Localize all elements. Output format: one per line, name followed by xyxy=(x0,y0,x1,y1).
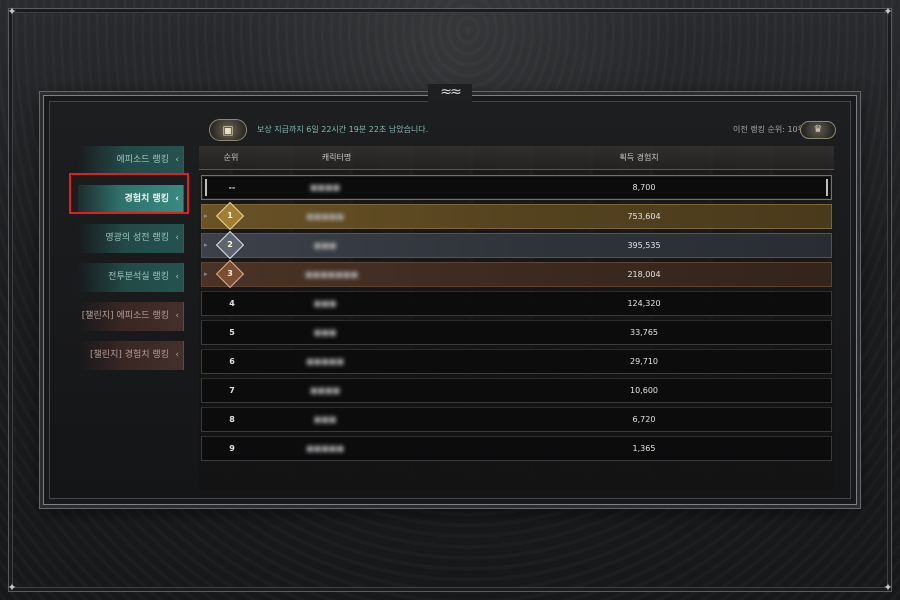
character-name-cell: ■■■ xyxy=(313,241,337,250)
row-arrow-icon: ▸ xyxy=(204,241,208,249)
rank-badge-gold-icon: 1 xyxy=(215,201,245,231)
corner-ornament-icon: ✦ xyxy=(883,5,893,18)
chevron-left-icon: ‹ xyxy=(175,155,179,165)
table-row[interactable]: ▸ 3 ■■■■■■■ 218,004 xyxy=(201,259,832,289)
row-bracket-left xyxy=(205,179,207,196)
exp-cell: 395,535 xyxy=(627,241,661,250)
ranking-table: 순위 캐릭터명 획득 경험치 -- ■■■■ 8,700 ▸ 1 ■■■■■ 7… xyxy=(199,146,834,490)
row-arrow-icon: ▸ xyxy=(204,270,208,278)
ranking-category-sidebar: 에피소드 랭킹 ‹ 경험치 랭킹 ‹ 영광의 성전 랭킹 ‹ 전투분석실 랭킹 … xyxy=(78,146,184,380)
character-name-cell: ■■■■■ xyxy=(306,357,344,366)
previous-rank-text: 이전 랭킹 순위: 10위 xyxy=(732,125,805,134)
rank-cell: 7 xyxy=(229,386,235,395)
sidebar-item-label: [챌린지] 경험치 랭킹 xyxy=(90,350,169,360)
character-name-cell: ■■■■■■■ xyxy=(305,270,358,279)
rank-cell: -- xyxy=(228,183,236,192)
column-header-character-name: 캐릭터명 xyxy=(321,153,352,162)
rank-cell: 4 xyxy=(229,299,235,308)
exp-cell: 8,700 xyxy=(632,183,656,192)
sidebar-item-label: 에피소드 랭킹 xyxy=(116,155,169,165)
sidebar-item-label: 영광의 성전 랭킹 xyxy=(105,233,169,243)
sidebar-item-challenge-exp-ranking[interactable]: [챌린지] 경험치 랭킹 ‹ xyxy=(78,341,184,370)
sidebar-item-label: 전투분석실 랭킹 xyxy=(108,272,169,282)
sidebar-item-episode-ranking[interactable]: 에피소드 랭킹 ‹ xyxy=(78,146,184,175)
table-row[interactable]: 5 ■■■ 33,765 xyxy=(201,320,832,345)
exp-cell: 6,720 xyxy=(632,415,656,424)
column-header-exp: 획득 경험치 xyxy=(619,153,659,162)
table-row[interactable]: 7 ■■■■ 10,600 xyxy=(201,378,832,403)
character-name-cell: ■■■■ xyxy=(309,386,341,395)
character-name-cell: ■■■ xyxy=(313,328,337,337)
rank-cell: 9 xyxy=(229,444,235,453)
exp-cell: 753,604 xyxy=(627,212,661,221)
table-header: 순위 캐릭터명 획득 경험치 xyxy=(199,146,834,170)
my-rank-row[interactable]: -- ■■■■ 8,700 xyxy=(201,175,832,200)
sidebar-item-label: [챌린지] 에피소드 랭킹 xyxy=(81,311,169,321)
trophy-icon[interactable]: ♛ xyxy=(800,121,836,139)
sidebar-item-battle-analysis-ranking[interactable]: 전투분석실 랭킹 ‹ xyxy=(78,263,184,292)
character-name-cell: ■■■■■ xyxy=(306,212,344,221)
table-row[interactable]: 6 ■■■■■ 29,710 xyxy=(201,349,832,374)
wave-ornament-icon: ≈≈ xyxy=(428,84,472,102)
rank-cell: 8 xyxy=(229,415,235,424)
corner-ornament-icon: ✦ xyxy=(7,5,17,18)
exp-cell: 124,320 xyxy=(627,299,661,308)
chevron-left-icon: ‹ xyxy=(175,233,179,243)
rank-badge-silver-icon: 2 xyxy=(215,230,245,260)
chevron-left-icon: ‹ xyxy=(175,272,179,282)
chevron-left-icon: ‹ xyxy=(175,311,179,321)
rank-cell: 6 xyxy=(229,357,235,366)
exp-cell: 33,765 xyxy=(630,328,658,337)
character-name-cell: ■■■ xyxy=(313,299,337,308)
exp-cell: 29,710 xyxy=(630,357,658,366)
character-name-cell: ■■■ xyxy=(313,415,337,424)
rank-badge-bronze-icon: 3 xyxy=(215,259,245,289)
exp-cell: 1,365 xyxy=(632,444,656,453)
character-name-cell: ■■■■■ xyxy=(306,444,344,453)
sidebar-item-label: 경험치 랭킹 xyxy=(124,194,169,204)
sidebar-item-exp-ranking[interactable]: 경험치 랭킹 ‹ xyxy=(78,185,184,214)
exp-cell: 218,004 xyxy=(627,270,661,279)
chevron-left-icon: ‹ xyxy=(175,350,179,360)
character-name-cell: ■■■■ xyxy=(309,183,341,192)
table-row[interactable]: 4 ■■■ 124,320 xyxy=(201,291,832,316)
corner-ornament-icon: ✦ xyxy=(883,581,893,594)
reward-countdown-text: 보상 지급까지 6일 22시간 19분 22초 남았습니다. xyxy=(257,125,429,134)
chevron-left-icon: ‹ xyxy=(175,194,179,204)
row-arrow-icon: ▸ xyxy=(204,212,208,220)
treasure-chest-icon[interactable]: ▣ xyxy=(209,119,247,141)
rank-cell: 5 xyxy=(229,328,235,337)
corner-ornament-icon: ✦ xyxy=(7,581,17,594)
exp-cell: 10,600 xyxy=(630,386,658,395)
row-bracket-right xyxy=(826,179,828,196)
table-row[interactable]: ▸ 2 ■■■ 395,535 xyxy=(201,230,832,260)
table-row[interactable]: 9 ■■■■■ 1,365 xyxy=(201,436,832,461)
sidebar-item-challenge-episode-ranking[interactable]: [챌린지] 에피소드 랭킹 ‹ xyxy=(78,302,184,331)
table-row[interactable]: 8 ■■■ 6,720 xyxy=(201,407,832,432)
column-header-rank: 순위 xyxy=(223,153,239,162)
sidebar-item-glory-temple-ranking[interactable]: 영광의 성전 랭킹 ‹ xyxy=(78,224,184,253)
table-row[interactable]: ▸ 1 ■■■■■ 753,604 xyxy=(201,201,832,231)
